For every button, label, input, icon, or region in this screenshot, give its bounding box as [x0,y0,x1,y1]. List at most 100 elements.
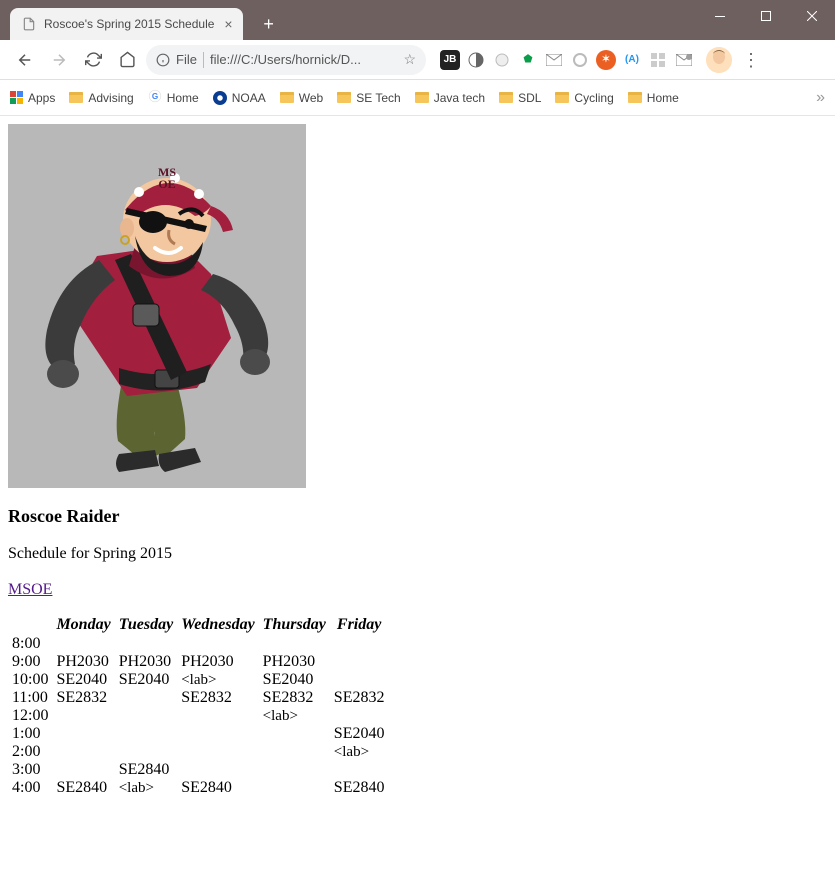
bookmark-cycling[interactable]: Cycling [555,91,613,105]
bookmark-star-icon[interactable]: ☆ [403,51,416,68]
folder-icon [415,92,429,103]
folder-icon [555,92,569,103]
cell: SE2832 [330,689,389,707]
cell: SE2832<lab> [259,689,330,797]
url-field[interactable]: File file:///C:/Users/hornick/D... ☆ [146,45,426,75]
apps-icon [10,91,23,104]
extension-orange-icon[interactable]: ✶ [596,50,616,70]
noaa-icon [213,91,227,105]
cell [52,725,114,743]
cell: PH2030 [52,653,114,671]
col-thursday: Thursday [259,615,330,635]
cell [330,707,389,725]
mascot-image: MS OE [8,124,306,488]
cell [115,635,178,653]
extension-circle2-icon[interactable] [570,50,590,70]
extension-mail2-icon[interactable] [674,50,694,70]
table-row: 1:00SE2040<lab> [8,725,388,743]
bookmark-advising[interactable]: Advising [69,91,133,105]
page-heading: Roscoe Raider [8,506,827,527]
titlebar: Roscoe's Spring 2015 Schedule × + [0,0,835,40]
cell: SE2840 [177,779,258,797]
forward-button[interactable] [44,45,74,75]
tab-title: Roscoe's Spring 2015 Schedule [44,17,214,31]
cell: PH2030<lab> [177,653,258,689]
cell [330,635,389,653]
cell [177,635,258,653]
col-friday: Friday [330,615,389,635]
bookmark-label: Cycling [574,91,613,105]
extension-circle1-icon[interactable] [492,50,512,70]
new-tab-button[interactable]: + [255,10,283,38]
cell-time: 4:00 [8,779,52,797]
cell [52,635,114,653]
bookmark-label: Apps [28,91,55,105]
bookmark-label: Web [299,91,323,105]
cell: SE2832 [52,689,114,707]
extension-a-icon[interactable]: (A) [622,50,642,70]
bookmark-java[interactable]: Java tech [415,91,485,105]
address-bar: File file:///C:/Users/hornick/D... ☆ JB … [0,40,835,80]
cell [259,635,330,653]
back-button[interactable] [10,45,40,75]
msoe-link[interactable]: MSOE [8,581,52,599]
folder-icon [337,92,351,103]
cell: SE2832 [177,689,258,707]
bookmark-overflow-icon[interactable]: » [816,89,825,107]
cell-time: 8:00 [8,635,52,653]
browser-tab[interactable]: Roscoe's Spring 2015 Schedule × [10,8,243,40]
close-tab-icon[interactable]: × [224,16,232,32]
extensions-row: JB ⬟ ✶ (A) ⋮ [440,47,760,73]
bookmark-sdl[interactable]: SDL [499,91,541,105]
bookmark-home2[interactable]: Home [628,91,679,105]
page-content: MS OE Roscoe Raider Schedule for Spring … [0,116,835,805]
bookmark-label: NOAA [232,91,266,105]
extension-jb-icon[interactable]: JB [440,50,460,70]
cell-time: 3:00 [8,761,52,779]
cell [330,653,389,671]
bookmark-home1[interactable]: GHome [148,89,199,106]
bookmark-label: Java tech [434,91,485,105]
reload-button[interactable] [78,45,108,75]
col-tuesday: Tuesday [115,615,178,635]
bookmark-web[interactable]: Web [280,91,323,105]
cell: PH2030 [259,653,330,671]
cell [52,707,114,725]
cell: SE2840 [330,779,389,797]
cell: SE2840<lab> [115,761,178,797]
file-protocol-label: File [176,52,197,67]
bookmark-label: Home [647,91,679,105]
minimize-button[interactable] [697,0,743,32]
page-subheading: Schedule for Spring 2015 [8,545,827,563]
maximize-button[interactable] [743,0,789,32]
schedule-table: MondayTuesdayWednesdayThursdayFriday 8:0… [8,615,388,797]
cell: SE2040<lab> [330,725,389,779]
table-row: 4:00SE2840SE2840SE2840 [8,779,388,797]
bookmark-label: SE Tech [356,91,400,105]
info-icon[interactable] [156,53,170,67]
cell-time: 2:00 [8,743,52,761]
table-row: 9:00PH2030PH2030PH2030<lab>PH2030 [8,653,388,671]
url-text: file:///C:/Users/hornick/D... [210,52,361,67]
col-monday: Monday [52,615,114,635]
extension-grid-icon[interactable] [648,50,668,70]
extension-green-icon[interactable]: ⬟ [518,50,538,70]
cell: SE2040 [115,671,178,689]
cell: SE2040 [52,671,114,689]
close-window-button[interactable] [789,0,835,32]
extension-mail-icon[interactable] [544,50,564,70]
profile-avatar[interactable] [706,47,732,73]
svg-text:G: G [152,92,158,101]
extension-contrast-icon[interactable] [466,50,486,70]
cell [115,725,178,743]
home-button[interactable] [112,45,142,75]
cell [330,671,389,689]
bookmark-apps[interactable]: Apps [10,91,55,105]
col-time [8,615,52,635]
cell-time: 10:00 [8,671,52,689]
cell-time: 1:00 [8,725,52,743]
cell-time: 12:00 [8,707,52,725]
bookmark-noaa[interactable]: NOAA [213,91,266,105]
bookmark-setech[interactable]: SE Tech [337,91,400,105]
browser-menu-icon[interactable]: ⋮ [742,51,760,69]
